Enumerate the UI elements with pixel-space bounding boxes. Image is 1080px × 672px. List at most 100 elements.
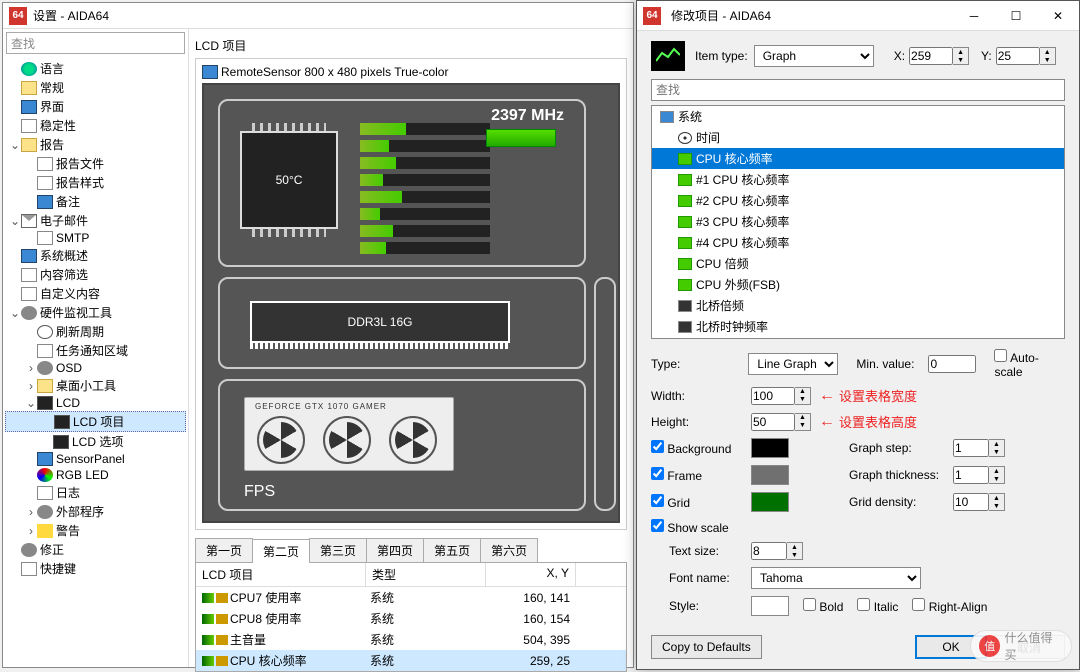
x-spinner[interactable]: ▲▼ xyxy=(953,47,969,65)
tree-item[interactable]: SensorPanel xyxy=(5,451,186,467)
show-scale-checkbox[interactable]: Show scale xyxy=(651,519,729,535)
col-item[interactable]: LCD 项目 xyxy=(196,563,366,586)
tree-item[interactable]: 稳定性 xyxy=(5,116,186,135)
item-type-select[interactable]: Graph xyxy=(754,45,874,67)
table-row[interactable]: CPU 核心频率系统259, 25 xyxy=(196,650,626,671)
search-input[interactable]: 查找 xyxy=(6,32,185,54)
dialog-title-bar[interactable]: 64 修改项目 - AIDA64 ─ ☐ ✕ xyxy=(637,1,1079,31)
tree-item[interactable]: SMTP xyxy=(5,230,186,246)
tree-item[interactable]: 内容筛选 xyxy=(5,265,186,284)
tree-item[interactable]: ›桌面小工具 xyxy=(5,376,186,395)
tree-item[interactable]: 界面 xyxy=(5,97,186,116)
tree-item[interactable]: 修正 xyxy=(5,540,186,559)
fps-label: FPS xyxy=(244,483,275,501)
tree-item[interactable]: ›OSD xyxy=(5,360,186,376)
graph-icon xyxy=(651,41,685,71)
grid-density-input[interactable] xyxy=(953,493,989,511)
sensor-tree[interactable]: 系统时间CPU 核心频率#1 CPU 核心频率#2 CPU 核心频率#3 CPU… xyxy=(651,105,1065,339)
sensor-item[interactable]: #4 CPU 核心频率 xyxy=(652,232,1064,253)
content-panel: LCD 项目 RemoteSensor 800 x 480 pixels Tru… xyxy=(189,29,633,667)
sensor-item[interactable]: CPU 外频(FSB) xyxy=(652,274,1064,295)
text-size-input[interactable] xyxy=(751,542,787,560)
table-row[interactable]: 主音量系统504, 395 xyxy=(196,629,626,650)
tree-item[interactable]: ⌄硬件监视工具 xyxy=(5,303,186,322)
width-input[interactable] xyxy=(751,387,795,405)
bold-checkbox[interactable]: Bold xyxy=(803,598,843,614)
graph-type-select[interactable]: Line Graph xyxy=(748,353,838,375)
grid-checkbox[interactable]: Grid xyxy=(651,494,751,510)
tree-item[interactable]: LCD 选项 xyxy=(5,432,186,451)
min-value-input[interactable] xyxy=(928,355,976,373)
x-input[interactable] xyxy=(909,47,953,65)
app-icon: 64 xyxy=(643,7,661,25)
background-checkbox[interactable]: Background xyxy=(651,440,751,456)
tree-item[interactable]: 任务通知区域 xyxy=(5,341,186,360)
graph-thickness-input[interactable] xyxy=(953,466,989,484)
col-type[interactable]: 类型 xyxy=(366,563,486,586)
italic-checkbox[interactable]: Italic xyxy=(857,598,898,614)
dialog-title: 修改项目 - AIDA64 xyxy=(667,7,953,24)
tab[interactable]: 第三页 xyxy=(309,538,367,562)
tab[interactable]: 第六页 xyxy=(480,538,538,562)
tree-item[interactable]: 刷新周期 xyxy=(5,322,186,341)
height-input[interactable] xyxy=(751,413,795,431)
sensor-item[interactable]: #2 CPU 核心频率 xyxy=(652,190,1064,211)
tree-item[interactable]: ›外部程序 xyxy=(5,502,186,521)
minimize-button[interactable]: ─ xyxy=(953,2,995,30)
tree-item[interactable]: 语言 xyxy=(5,59,186,78)
height-label: Height: xyxy=(651,415,751,429)
tab[interactable]: 第五页 xyxy=(423,538,481,562)
tab[interactable]: 第四页 xyxy=(366,538,424,562)
tree-item[interactable]: ⌄报告 xyxy=(5,135,186,154)
tab[interactable]: 第二页 xyxy=(252,539,310,563)
maximize-button[interactable]: ☐ xyxy=(995,2,1037,30)
title-bar[interactable]: 64 设置 - AIDA64 xyxy=(3,3,633,29)
tree-item[interactable]: 自定义内容 xyxy=(5,284,186,303)
auto-scale-checkbox[interactable]: Auto-scale xyxy=(994,349,1065,379)
frame-color[interactable] xyxy=(751,465,789,485)
copy-defaults-button[interactable]: Copy to Defaults xyxy=(651,635,762,659)
preview-label: RemoteSensor 800 x 480 pixels True-color xyxy=(221,65,448,79)
tree-item[interactable]: ⌄电子邮件 xyxy=(5,211,186,230)
table-row[interactable]: CPU8 使用率系统160, 154 xyxy=(196,608,626,629)
table-row[interactable]: CPU7 使用率系统160, 141 xyxy=(196,587,626,608)
tree-item[interactable]: 常规 xyxy=(5,78,186,97)
close-button[interactable]: ✕ xyxy=(1037,2,1079,30)
settings-tree[interactable]: 语言常规界面稳定性⌄报告报告文件报告样式备注⌄电子邮件SMTP系统概述内容筛选自… xyxy=(3,57,188,667)
col-xy[interactable]: X, Y xyxy=(486,563,576,586)
sensor-search-input[interactable] xyxy=(651,79,1065,101)
items-table: LCD 项目 类型 X, Y CPU7 使用率系统160, 141CPU8 使用… xyxy=(195,562,627,672)
height-annotation: 设置表格高度 xyxy=(819,412,917,431)
tree-item[interactable]: 报告样式 xyxy=(5,173,186,192)
tree-item[interactable]: ›警告 xyxy=(5,521,186,540)
y-input[interactable] xyxy=(996,47,1040,65)
sensor-item[interactable]: 时间 xyxy=(652,127,1064,148)
sensor-item[interactable]: #1 CPU 核心频率 xyxy=(652,169,1064,190)
font-name-select[interactable]: Tahoma xyxy=(751,567,921,589)
tree-item[interactable]: RGB LED xyxy=(5,467,186,483)
tab[interactable]: 第一页 xyxy=(195,538,253,562)
tree-item[interactable]: 备注 xyxy=(5,192,186,211)
sensor-item[interactable]: #3 CPU 核心频率 xyxy=(652,211,1064,232)
tree-item[interactable]: 报告文件 xyxy=(5,154,186,173)
tree-item[interactable]: LCD 项目 xyxy=(5,411,186,432)
sensor-item[interactable]: 北桥倍频 xyxy=(652,295,1064,316)
graph-step-input[interactable] xyxy=(953,439,989,457)
tree-item[interactable]: 系统概述 xyxy=(5,246,186,265)
tree-item[interactable]: 日志 xyxy=(5,483,186,502)
sensor-item[interactable]: 北桥时钟频率 xyxy=(652,316,1064,337)
background-color[interactable] xyxy=(751,438,789,458)
y-spinner[interactable]: ▲▼ xyxy=(1040,47,1056,65)
tree-item[interactable]: ⌄LCD xyxy=(5,395,186,411)
sensor-item[interactable]: 系统 xyxy=(652,106,1064,127)
sensor-item[interactable]: CPU 核心频率 xyxy=(652,148,1064,169)
right-align-checkbox[interactable]: Right-Align xyxy=(912,598,987,614)
sensor-item[interactable]: CPU 倍频 xyxy=(652,253,1064,274)
text-color[interactable] xyxy=(751,596,789,616)
text-size-label: Text size: xyxy=(651,544,751,558)
tree-item[interactable]: 快捷键 xyxy=(5,559,186,578)
lcd-preview[interactable]: 50°C 2397 MHz xyxy=(202,83,620,523)
grid-color[interactable] xyxy=(751,492,789,512)
sensor-item[interactable]: 显存频率 xyxy=(652,337,1064,339)
frame-checkbox[interactable]: Frame xyxy=(651,467,751,483)
